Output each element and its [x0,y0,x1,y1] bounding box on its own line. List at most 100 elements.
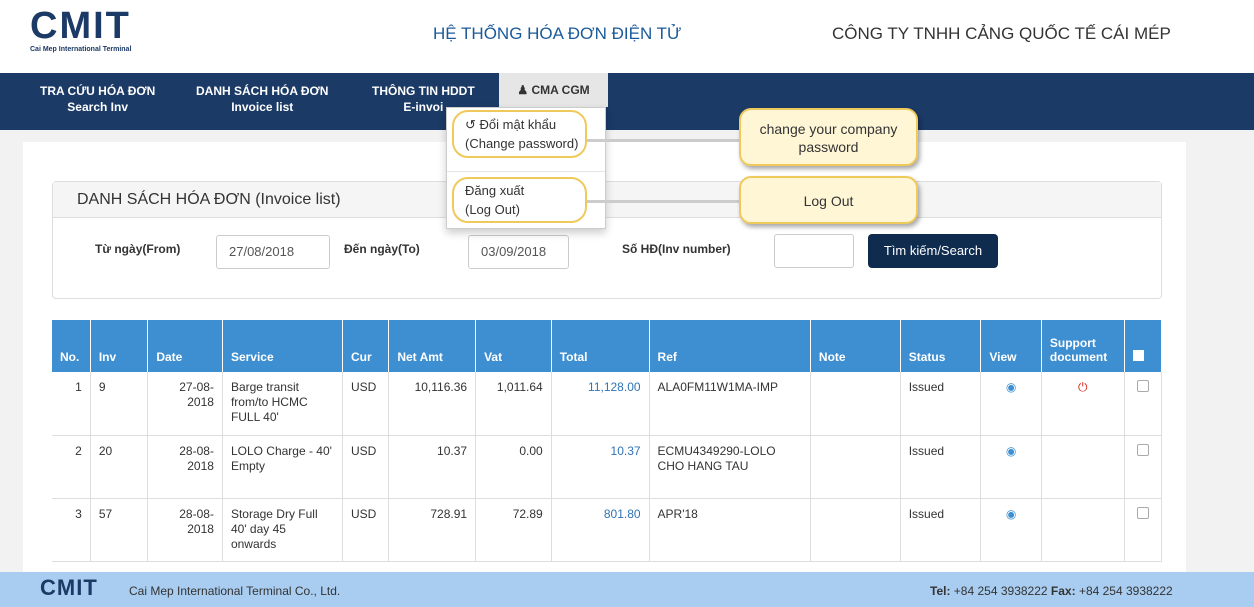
footer-contact: Tel: +84 254 3938222 Fax: +84 254 393822… [930,584,1173,598]
nav-label-en: Invoice list [231,100,294,114]
user-menu-button[interactable]: ♟ CMA CGM [499,73,608,107]
col-ref: Ref [649,320,811,372]
table-row[interactable]: 2 20 28-08-2018 LOLO Charge - 40' Empty … [52,435,1163,499]
to-date-input[interactable]: 03/09/2018 [468,235,569,269]
cell-ref: ECMU4349290-LOLO CHO HANG TAU [649,435,811,499]
cell-select [1124,372,1163,436]
col-support-document: Support document [1041,320,1125,372]
support-document-alert-icon[interactable]: ⏻ [1041,372,1125,436]
dropdown-divider [447,171,605,172]
cell-cur: USD [342,372,390,436]
main-nav: TRA CỨU HÓA ĐƠN Search Inv DANH SÁCH HÓA… [0,73,1254,130]
callout-connector [587,200,739,203]
cell-service: Storage Dry Full 40' day 45 onwards [222,498,343,562]
tel-value: +84 254 3938222 [953,584,1048,598]
nav-label-vi: THÔNG TIN HDDT [372,84,475,98]
cell-date: 28-08-2018 [147,435,223,499]
row-checkbox[interactable] [1136,506,1149,519]
inv-number-label: Số HĐ(Inv number) [622,242,731,256]
col-select-all [1124,320,1163,372]
col-status: Status [900,320,982,372]
from-date-input[interactable]: 27/08/2018 [216,235,330,269]
cell-vat: 0.00 [475,435,552,499]
cell-service: LOLO Charge - 40' Empty [222,435,343,499]
nav-label-vi: DANH SÁCH HÓA ĐƠN [196,84,329,98]
logout-highlight [452,177,587,223]
cmit-logo[interactable]: CMIT Cai Mep International Terminal [30,5,190,53]
cell-inv: 9 [90,372,149,436]
cell-total[interactable]: 801.80 [551,498,650,562]
cell-date: 27-08-2018 [147,372,223,436]
to-label: Đến ngày(To) [344,242,420,256]
cell-vat: 1,011.64 [475,372,552,436]
nav-label-vi: TRA CỨU HÓA ĐƠN [40,84,156,98]
view-eye-icon[interactable]: ◉ [980,498,1042,562]
cell-date: 28-08-2018 [147,498,223,562]
callout-connector [587,139,739,142]
logo-subtitle: Cai Mep International Terminal [30,46,132,53]
cell-service: Barge transit from/to HCMC FULL 40' [222,372,343,436]
cell-cur: USD [342,435,390,499]
view-eye-icon[interactable]: ◉ [980,435,1042,499]
cell-select [1124,435,1163,499]
cell-status: Issued [900,372,982,436]
cell-status: Issued [900,498,982,562]
col-vat: Vat [475,320,552,372]
col-note: Note [810,320,901,372]
col-cur: Cur [342,320,390,372]
cell-select [1124,498,1163,562]
select-all-checkbox[interactable] [1132,350,1144,361]
cell-total[interactable]: 10.37 [551,435,650,499]
row-checkbox[interactable] [1136,443,1149,456]
row-checkbox[interactable] [1136,380,1149,392]
footer-logo: CMIT [40,575,98,600]
user-icon: ♟ [517,83,529,97]
table-header-row: No. Inv Date Service Cur Net Amt Vat Tot… [52,320,1163,372]
tel-label: Tel: [930,584,951,598]
footer: CMIT Cai Mep International Terminal Co.,… [0,572,1254,607]
inv-number-input[interactable] [774,234,854,268]
change-password-highlight [452,110,587,158]
cell-ref: APR'18 [649,498,811,562]
col-service: Service [222,320,343,372]
from-label: Từ ngày(From) [95,242,181,256]
nav-invoice-list[interactable]: DANH SÁCH HÓA ĐƠN Invoice list [196,83,328,115]
cell-status: Issued [900,435,982,499]
company-name: CÔNG TY TNHH CẢNG QUỐC TẾ CÁI MÉP [832,24,1171,43]
cell-net-amt: 728.91 [388,498,477,562]
cell-net-amt: 10.37 [388,435,477,499]
col-inv: Inv [90,320,149,372]
cell-note [810,435,901,499]
cell-no: 1 [52,372,91,436]
cell-total[interactable]: 11,128.00 [551,372,650,436]
search-button[interactable]: Tìm kiếm/Search [868,234,998,268]
cell-inv: 20 [90,435,149,499]
view-eye-icon[interactable]: ◉ [980,372,1042,436]
table-row[interactable]: 1 9 27-08-2018 Barge transit from/to HCM… [52,372,1163,436]
col-net-amt: Net Amt [388,320,477,372]
logout-callout: Log Out [739,176,918,224]
cell-inv: 57 [90,498,149,562]
col-date: Date [147,320,223,372]
cell-note [810,372,901,436]
nav-search-inv[interactable]: TRA CỨU HÓA ĐƠN Search Inv [40,83,155,115]
footer-company-name: Cai Mep International Terminal Co., Ltd. [129,584,341,598]
fax-value: +84 254 3938222 [1078,584,1173,598]
cell-cur: USD [342,498,390,562]
fax-label: Fax: [1050,584,1076,598]
col-total: Total [551,320,650,372]
cell-no: 3 [52,498,91,562]
system-title: HỆ THỐNG HÓA ĐƠN ĐIỆN TỬ [433,24,682,43]
cell-vat: 72.89 [475,498,552,562]
nav-label-en: Search Inv [67,100,128,114]
change-password-callout: change your company password [739,108,918,166]
col-no: No. [52,320,91,372]
cell-no: 2 [52,435,91,499]
user-name: CMA CGM [531,83,590,97]
header: CMIT Cai Mep International Terminal HỆ T… [0,0,1254,73]
cell-support [1041,435,1125,499]
logo-text: CMIT [30,5,131,47]
table-row[interactable]: 3 57 28-08-2018 Storage Dry Full 40' day… [52,498,1163,562]
invoice-table: No. Inv Date Service Cur Net Amt Vat Tot… [52,320,1163,562]
cell-note [810,498,901,562]
